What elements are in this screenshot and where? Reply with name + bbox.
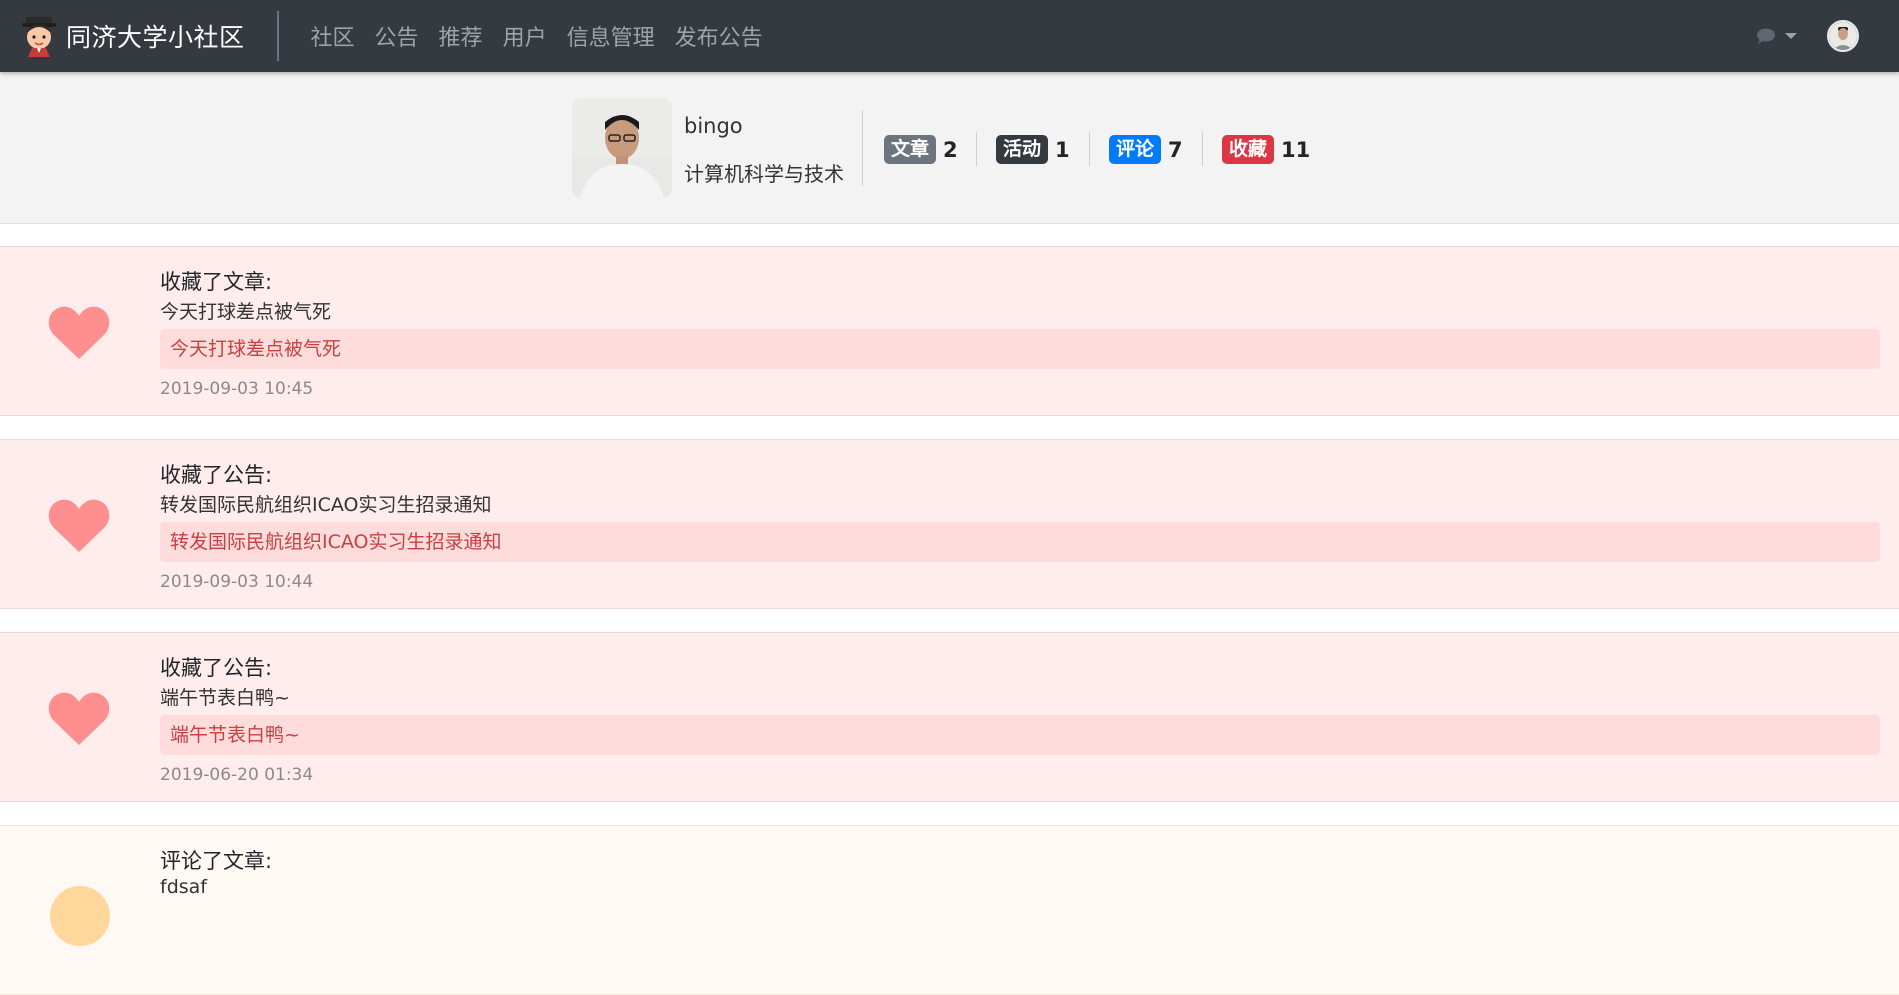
feed-link-box[interactable]: 转发国际民航组织ICAO实习生招录通知 xyxy=(160,522,1880,562)
feed-item: 评论了文章: fdsaf xyxy=(0,825,1899,995)
messages-dropdown[interactable] xyxy=(1756,27,1797,45)
feed-link-box[interactable]: 今天打球差点被气死 xyxy=(160,329,1880,369)
brand-title: 同济大学小社区 xyxy=(66,23,245,52)
nav-divider xyxy=(276,11,279,61)
avatar xyxy=(1829,22,1857,50)
heart-icon xyxy=(48,692,110,745)
profile-major: 计算机科学与技术 xyxy=(684,162,844,186)
feed-title: 端午节表白鸭~ xyxy=(160,687,290,709)
favorites-badge: 收藏 xyxy=(1222,135,1275,164)
profile-photo xyxy=(572,98,672,198)
nav-link-users[interactable]: 用户 xyxy=(503,20,547,52)
feed-action: 评论了文章: xyxy=(160,849,273,873)
profile-avatar xyxy=(572,98,672,198)
nav-link-info-management[interactable]: 信息管理 xyxy=(567,20,655,52)
heart-icon xyxy=(48,306,110,359)
stat-comments[interactable]: 评论 7 xyxy=(1109,135,1183,164)
feed-title: 转发国际民航组织ICAO实习生招录通知 xyxy=(160,494,492,516)
nav-link-recommend[interactable]: 推荐 xyxy=(439,20,483,52)
feed-action: 收藏了公告: xyxy=(160,463,273,487)
stat-divider xyxy=(1089,132,1090,166)
feed-link-box[interactable]: 端午节表白鸭~ xyxy=(160,715,1880,755)
mascot-logo-icon xyxy=(22,17,56,57)
comments-badge: 评论 xyxy=(1109,135,1162,164)
stat-favorites[interactable]: 收藏 11 xyxy=(1222,135,1310,164)
activities-badge: 活动 xyxy=(996,135,1049,164)
feed-item: 收藏了公告: 端午节表白鸭~ 端午节表白鸭~ 2019-06-20 01:34 xyxy=(0,632,1899,802)
feed-timestamp: 2019-06-20 01:34 xyxy=(160,765,314,785)
nav-right xyxy=(1756,0,1859,72)
articles-count: 2 xyxy=(943,137,958,162)
chevron-down-icon xyxy=(1785,33,1797,39)
favorites-count: 11 xyxy=(1281,137,1311,162)
feed-item: 收藏了文章: 今天打球差点被气死 今天打球差点被气死 2019-09-03 10… xyxy=(0,246,1899,416)
feed-timestamp: 2019-09-03 10:45 xyxy=(160,379,314,399)
profile-username: bingo xyxy=(684,114,743,138)
top-navbar: 同济大学小社区 社区 公告 推荐 用户 信息管理 发布公告 xyxy=(0,0,1899,72)
user-avatar-button[interactable] xyxy=(1827,20,1859,52)
articles-badge: 文章 xyxy=(884,135,937,164)
chat-bubble-icon xyxy=(1757,28,1775,44)
nav-link-announcements[interactable]: 公告 xyxy=(375,20,419,52)
stat-articles[interactable]: 文章 2 xyxy=(884,135,958,164)
nav-links: 社区 公告 推荐 用户 信息管理 发布公告 xyxy=(311,20,783,52)
comments-count: 7 xyxy=(1168,137,1183,162)
feed-action: 收藏了公告: xyxy=(160,656,273,680)
feed-title: 今天打球差点被气死 xyxy=(160,301,332,323)
profile-header: bingo 计算机科学与技术 文章 2 活动 1 评论 7 收藏 11 xyxy=(0,72,1899,224)
brand[interactable]: 同济大学小社区 xyxy=(20,15,245,57)
heart-icon xyxy=(48,499,110,552)
comment-icon xyxy=(50,886,110,946)
nav-link-community[interactable]: 社区 xyxy=(311,20,355,52)
activities-count: 1 xyxy=(1055,137,1070,162)
feed-timestamp: 2019-09-03 10:44 xyxy=(160,572,314,592)
stat-activities[interactable]: 活动 1 xyxy=(996,135,1070,164)
nav-link-publish-announcement[interactable]: 发布公告 xyxy=(675,20,763,52)
profile-divider xyxy=(862,110,863,186)
stat-divider xyxy=(976,132,977,166)
feed-action: 收藏了文章: xyxy=(160,270,273,294)
feed-item: 收藏了公告: 转发国际民航组织ICAO实习生招录通知 转发国际民航组织ICAO实… xyxy=(0,439,1899,609)
stat-divider xyxy=(1202,132,1203,166)
